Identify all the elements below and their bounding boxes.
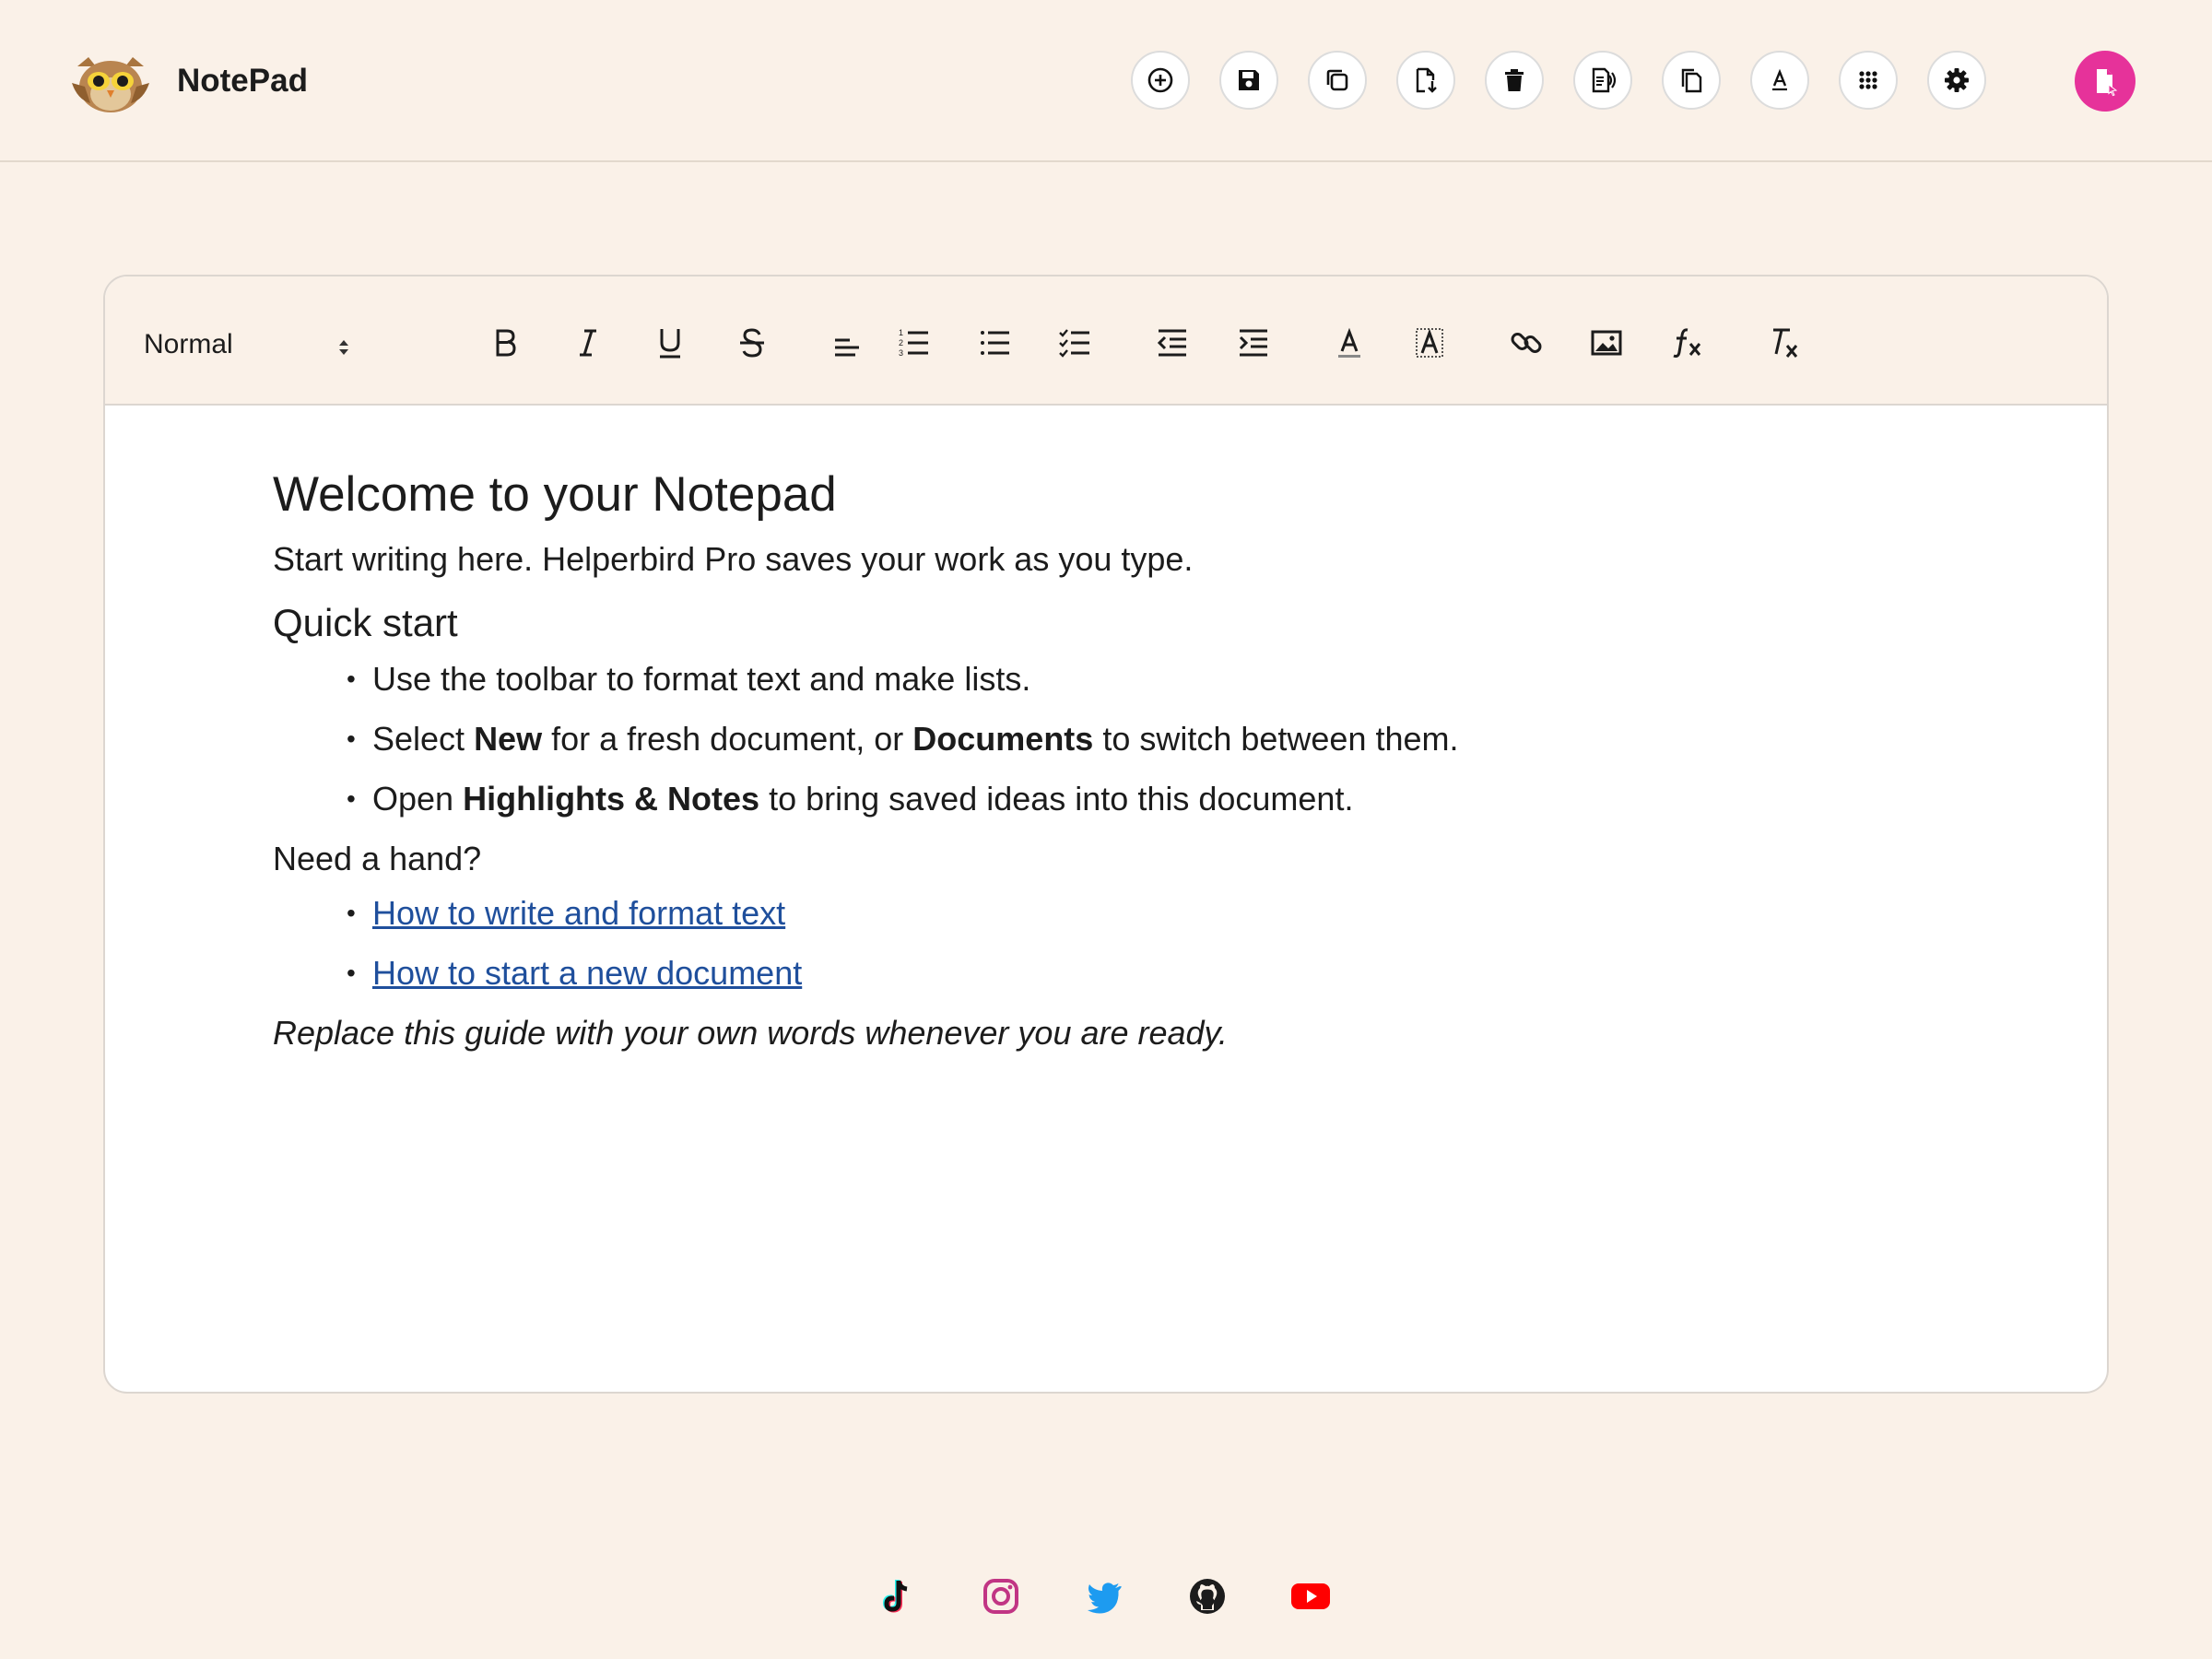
formula-icon (1673, 328, 1701, 358)
clear-format-button[interactable] (1758, 317, 1809, 369)
clear-format-icon (1773, 328, 1798, 358)
bold-button[interactable] (479, 317, 531, 369)
text-color-icon (1338, 327, 1360, 358)
help-link-write-format[interactable]: How to write and format text (372, 894, 785, 932)
youtube-icon (1291, 1583, 1330, 1609)
insert-link-button[interactable] (1500, 317, 1552, 369)
select-arrows-icon (339, 340, 348, 355)
apps-grid-icon (1859, 71, 1877, 89)
italic-icon (580, 329, 596, 357)
tiktok-icon (882, 1580, 908, 1613)
help-link-new-document[interactable]: How to start a new document (372, 954, 802, 992)
outdent-icon (1157, 329, 1186, 357)
twitter-icon (1088, 1583, 1122, 1614)
youtube-link[interactable] (1288, 1574, 1333, 1618)
app-header: NotePad (0, 0, 2212, 162)
save-button[interactable] (1219, 51, 1278, 110)
insert-image-button[interactable] (1581, 317, 1632, 369)
underline-button[interactable] (644, 317, 696, 369)
download-button[interactable] (1396, 51, 1455, 110)
list-item: How to write and format text (347, 890, 2024, 936)
github-icon (1190, 1579, 1225, 1614)
trash-icon (1505, 69, 1524, 91)
underline-icon (660, 329, 680, 359)
document-title: Welcome to your Notepad (273, 467, 837, 522)
social-footer (876, 1574, 1333, 1618)
checklist-icon (1059, 329, 1089, 358)
link-icon (1511, 333, 1542, 353)
apps-button[interactable] (1839, 51, 1898, 110)
italic-button[interactable] (562, 317, 614, 369)
text-color-button[interactable] (1324, 317, 1375, 369)
outdent-button[interactable] (1147, 317, 1198, 369)
read-aloud-icon (1592, 67, 1617, 93)
document-body[interactable]: Welcome to your Notepad Start writing he… (273, 465, 2024, 1056)
align-icon (835, 338, 859, 357)
editor: Normal 1 2 3 Welcome to your Notepad Sta… (103, 275, 2109, 1394)
closing-note: Replace this guide with your own words w… (273, 1014, 1228, 1052)
svg-text:3: 3 (899, 348, 903, 358)
list-item: How to start a new document (347, 950, 2024, 996)
twitter-link[interactable] (1082, 1574, 1126, 1618)
highlights-notes-button[interactable] (2075, 51, 2136, 112)
indent-button[interactable] (1228, 317, 1279, 369)
bold-icon (496, 329, 516, 357)
indent-icon (1239, 329, 1267, 357)
align-button[interactable] (821, 317, 873, 369)
header-actions (1131, 51, 2016, 110)
bullet-list-button[interactable] (970, 317, 1021, 369)
help-links-list: How to write and format text How to star… (273, 890, 2024, 996)
copy-icon (1326, 69, 1348, 91)
text-style-select[interactable]: Normal (144, 324, 352, 365)
font-button[interactable] (1750, 51, 1809, 110)
instagram-link[interactable] (979, 1574, 1023, 1618)
instagram-icon (983, 1579, 1018, 1614)
list-item: Open Highlights & Notes to bring saved i… (347, 776, 2024, 822)
delete-button[interactable] (1485, 51, 1544, 110)
tiktok-link[interactable] (876, 1574, 920, 1618)
insert-formula-button[interactable] (1662, 317, 1713, 369)
documents-icon (1681, 68, 1702, 93)
settings-button[interactable] (1927, 51, 1986, 110)
highlight-color-button[interactable] (1404, 317, 1455, 369)
new-document-button[interactable] (1131, 51, 1190, 110)
highlight-color-icon (1416, 328, 1443, 358)
github-link[interactable] (1185, 1574, 1230, 1618)
help-heading: Need a hand? (273, 840, 482, 877)
intro-paragraph: Start writing here. Helperbird Pro saves… (273, 540, 1194, 578)
image-icon (1591, 330, 1622, 356)
strikethrough-button[interactable] (726, 317, 778, 369)
save-icon (1239, 70, 1259, 90)
bullet-list-icon (981, 331, 1009, 355)
ordered-list-button[interactable]: 1 2 3 (888, 317, 940, 369)
copy-button[interactable] (1308, 51, 1367, 110)
text-style-value: Normal (144, 329, 233, 359)
list-item: Use the toolbar to format text and make … (347, 656, 2024, 702)
ordered-list-icon: 1 2 3 (899, 328, 928, 358)
download-file-icon (1416, 67, 1437, 93)
svg-text:2: 2 (899, 338, 903, 347)
documents-button[interactable] (1662, 51, 1721, 110)
quick-start-list: Use the toolbar to format text and make … (273, 656, 2024, 822)
quick-start-heading: Quick start (273, 601, 458, 644)
gear-icon (1945, 68, 1969, 92)
read-aloud-button[interactable] (1573, 51, 1632, 110)
highlights-notes-icon (2097, 69, 2118, 97)
font-icon (1772, 68, 1787, 91)
svg-text:1: 1 (899, 328, 903, 337)
brand: NotePad (68, 46, 308, 116)
plus-circle-icon (1147, 67, 1173, 93)
list-item: Select New for a fresh document, or Docu… (347, 716, 2024, 762)
formatting-toolbar: Normal 1 2 3 (105, 276, 2107, 406)
strikethrough-icon (740, 328, 764, 358)
owl-logo-icon (72, 57, 149, 112)
app-title: NotePad (177, 63, 308, 99)
checklist-button[interactable] (1050, 317, 1101, 369)
